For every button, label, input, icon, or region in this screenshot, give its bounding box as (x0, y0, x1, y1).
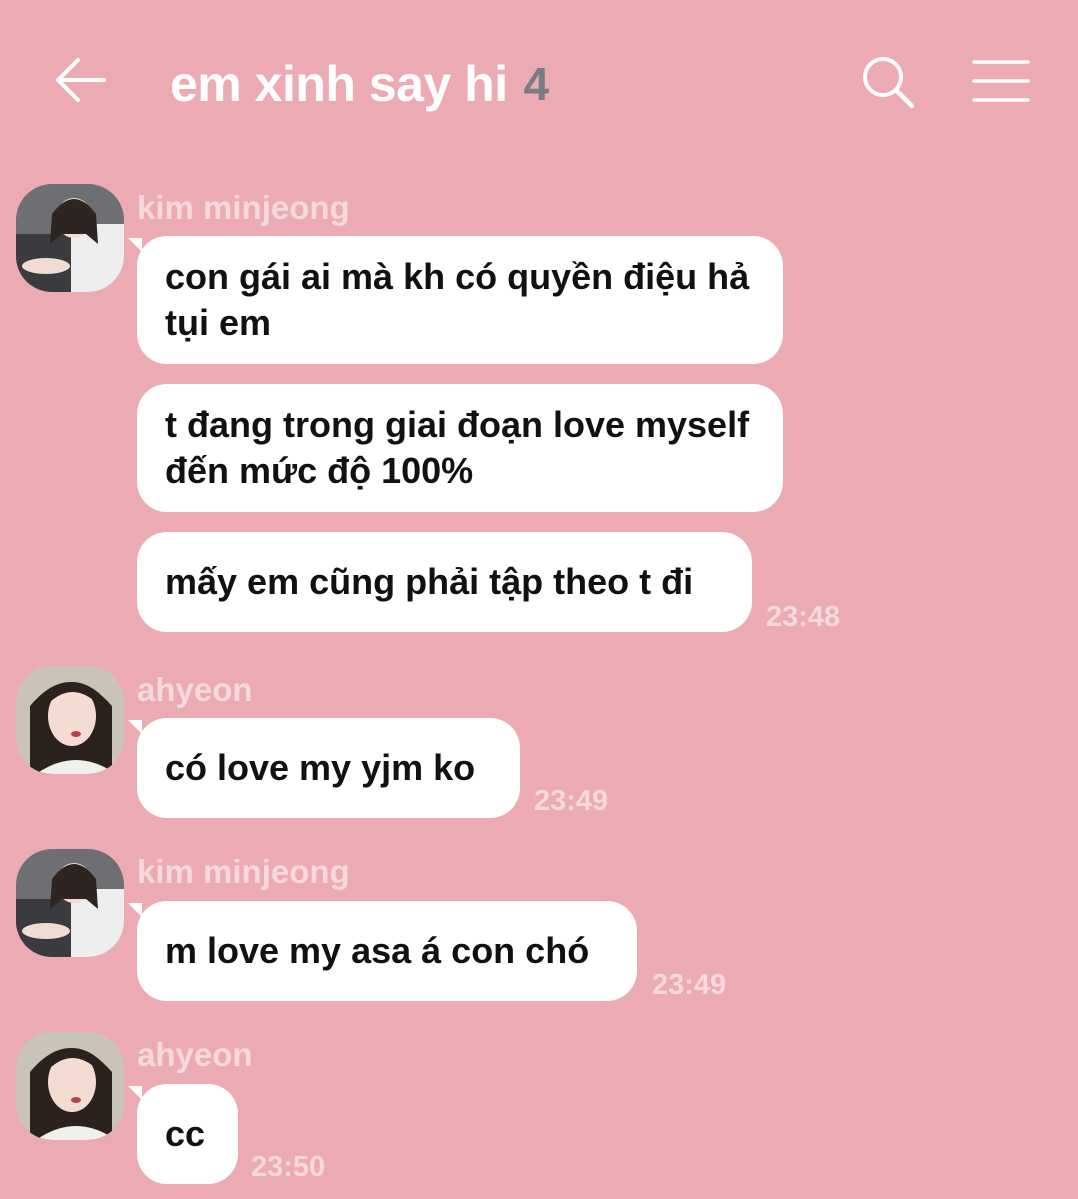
message-time: 23:49 (534, 785, 609, 817)
chat-title: em xinh say hi (170, 56, 508, 112)
message-time: 23:50 (251, 1151, 326, 1183)
message-text: mấy em cũng phải tập theo t đi (165, 561, 694, 602)
bubble-tail (128, 903, 142, 917)
message-bubble[interactable]: mấy em cũng phải tập theo t đi (137, 532, 752, 632)
message-bubble[interactable]: m love my asa á con chó (137, 901, 637, 1001)
message-bubble[interactable]: cc (137, 1084, 238, 1184)
bubble-tail (128, 238, 142, 252)
avatar-photo (16, 666, 124, 774)
bubble-tail (128, 720, 142, 734)
message-time: 23:49 (652, 969, 727, 1001)
sender-name: ahyeon (137, 1036, 253, 1073)
search-button[interactable] (858, 52, 920, 114)
avatar-photo (16, 1032, 124, 1140)
message-bubble[interactable]: có love my yjm ko (137, 718, 520, 818)
menu-icon (972, 60, 1030, 102)
sender-name: ahyeon (137, 671, 253, 708)
message-bubble[interactable]: t đang trong giai đoạn love myself đến m… (137, 384, 783, 512)
avatar-ahyeon[interactable] (16, 666, 124, 774)
menu-button[interactable] (970, 56, 1032, 106)
search-icon (863, 57, 915, 109)
message-text: cc (165, 1113, 206, 1154)
back-button[interactable] (52, 52, 110, 110)
message-text: có love my yjm ko (165, 747, 476, 788)
sender-name: kim minjeong (137, 853, 350, 890)
avatar-kim-minjeong[interactable] (16, 184, 124, 292)
avatar-kim-minjeong[interactable] (16, 849, 124, 957)
member-count: 4 (523, 58, 550, 110)
bubble-tail (128, 1086, 142, 1100)
avatar-photo (16, 184, 124, 292)
chat-title-area[interactable]: em xinh say hi 4 (170, 54, 549, 114)
chat-screen: em xinh say hi 4 kim minjeong con gái ai… (0, 0, 1078, 1199)
sender-name: kim minjeong (137, 189, 350, 226)
message-text: m love my asa á con chó (165, 930, 590, 971)
back-arrow-icon (56, 58, 106, 102)
message-time: 23:48 (766, 601, 841, 633)
message-bubble[interactable]: con gái ai mà kh có quyền điệu hả tụi em (137, 236, 783, 364)
avatar-ahyeon[interactable] (16, 1032, 124, 1140)
message-text: con gái ai mà kh có quyền điệu hả tụi em (165, 256, 750, 343)
chat-header: em xinh say hi 4 (0, 0, 1078, 160)
avatar-photo (16, 849, 124, 957)
message-text: t đang trong giai đoạn love myself đến m… (165, 404, 750, 491)
